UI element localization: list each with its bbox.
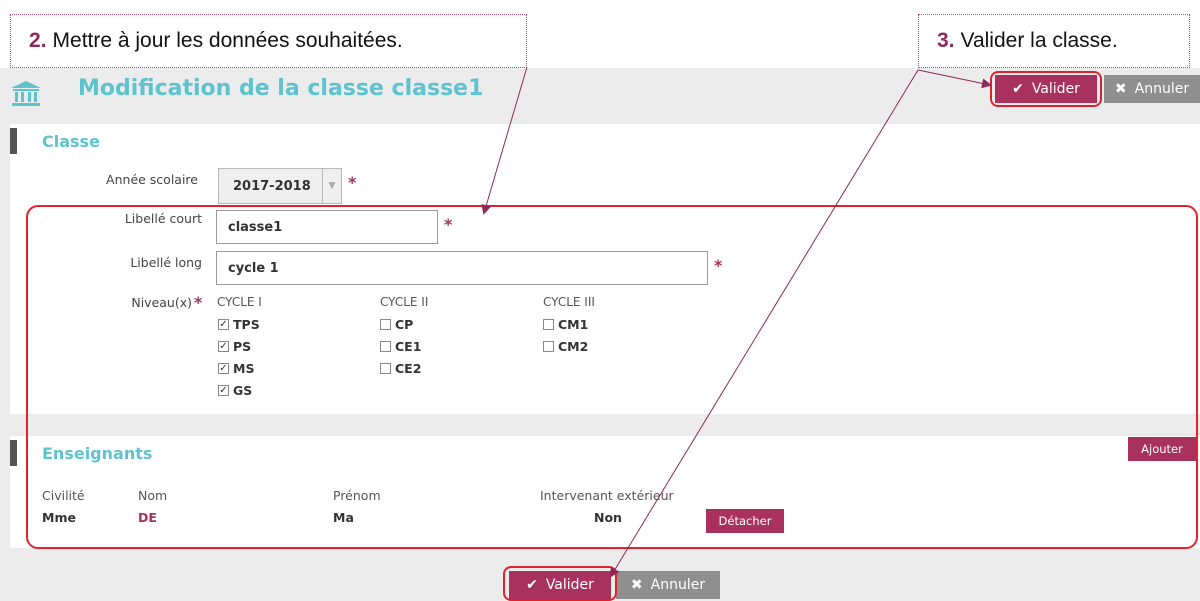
step3-text: Valider la classe. [960,29,1118,52]
arrow-step3-footer [609,69,919,578]
arrow-step2 [481,66,528,215]
step3-number: 3. [937,29,955,52]
step2-number: 2. [29,29,47,52]
arrow-step3-header [917,69,992,89]
step2-text: Mettre à jour les données souhaitées. [52,29,403,52]
step2-callout: 2. Mettre à jour les données souhaitées. [10,14,527,68]
annotation-arrows [481,66,992,578]
step3-callout: 3. Valider la classe. [918,14,1190,68]
